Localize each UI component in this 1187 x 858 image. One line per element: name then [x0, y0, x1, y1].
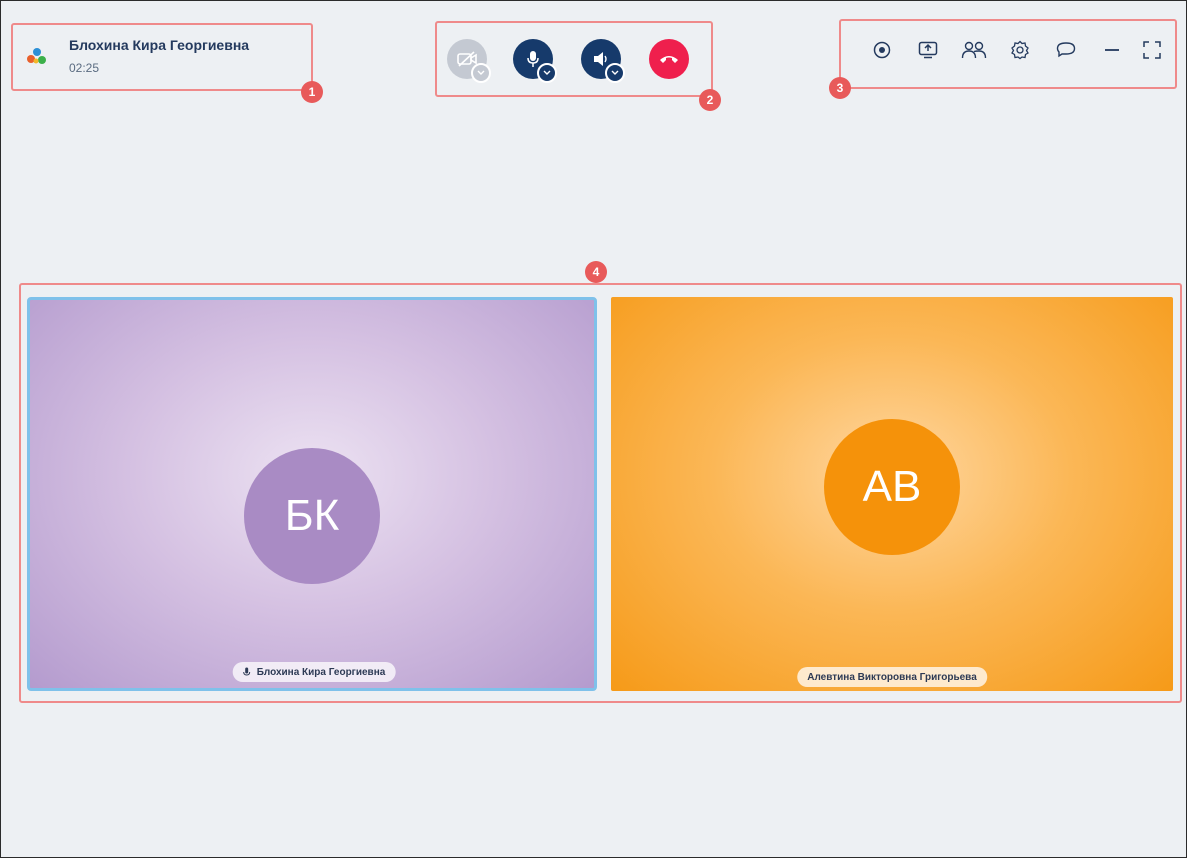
- hangup-button[interactable]: [649, 39, 689, 79]
- caller-name: Блохина Кира Георгиевна: [69, 37, 250, 53]
- microphone-options-chevron[interactable]: [537, 63, 557, 83]
- avatar-initials: БК: [284, 491, 340, 540]
- minimize-icon: [1105, 49, 1119, 51]
- microphone-icon: [527, 51, 539, 67]
- camera-options-chevron[interactable]: [471, 63, 491, 83]
- callout-marker-3: 3: [829, 77, 851, 99]
- settings-icon: [1011, 40, 1029, 60]
- participants-icon: [961, 41, 987, 59]
- participant-tile-2[interactable]: АВ Алевтина Викторовна Григорьева: [611, 297, 1173, 691]
- fullscreen-button[interactable]: [1141, 39, 1163, 61]
- participants-button[interactable]: [961, 39, 987, 61]
- screen-share-button[interactable]: [917, 39, 939, 61]
- callout-marker-4: 4: [585, 261, 607, 283]
- phone-hangup-icon: [660, 56, 678, 63]
- record-button[interactable]: [871, 39, 893, 61]
- camera-button[interactable]: [447, 39, 491, 83]
- video-call-window: Блохина Кира Георгиевна 02:25 1 2 3 4 БК…: [0, 0, 1187, 858]
- chevron-down-icon: [543, 70, 551, 75]
- call-timer: 02:25: [69, 61, 100, 75]
- settings-button[interactable]: [1009, 39, 1031, 61]
- participant-name-tag-2: Алевтина Викторовна Григорьева: [797, 667, 987, 687]
- participant-avatar-1: БК: [244, 448, 380, 584]
- chat-icon: [1056, 42, 1076, 58]
- participant-tile-1[interactable]: БК Блохина Кира Георгиевна: [27, 297, 597, 691]
- screen-share-icon: [918, 41, 938, 59]
- chevron-down-icon: [611, 70, 619, 75]
- record-icon: [873, 41, 891, 59]
- app-logo-icon: [27, 48, 46, 64]
- participant-avatar-2: АВ: [824, 419, 960, 555]
- minimize-button[interactable]: [1101, 39, 1123, 61]
- caller-card: Блохина Кира Георгиевна 02:25: [15, 27, 299, 85]
- speaker-options-chevron[interactable]: [605, 63, 625, 83]
- chevron-down-icon: [477, 70, 485, 75]
- participant-name: Блохина Кира Георгиевна: [256, 666, 386, 678]
- chat-button[interactable]: [1055, 39, 1077, 61]
- avatar-initials: АВ: [862, 462, 922, 511]
- callout-marker-2: 2: [699, 89, 721, 111]
- microphone-small-icon: [243, 667, 251, 676]
- fullscreen-icon: [1143, 41, 1161, 59]
- participant-name-tag-1: Блохина Кира Георгиевна: [232, 662, 396, 682]
- participant-name: Алевтина Викторовна Григорьева: [807, 671, 977, 683]
- callout-marker-1: 1: [301, 81, 323, 103]
- speaker-button[interactable]: [581, 39, 625, 83]
- microphone-button[interactable]: [513, 39, 557, 83]
